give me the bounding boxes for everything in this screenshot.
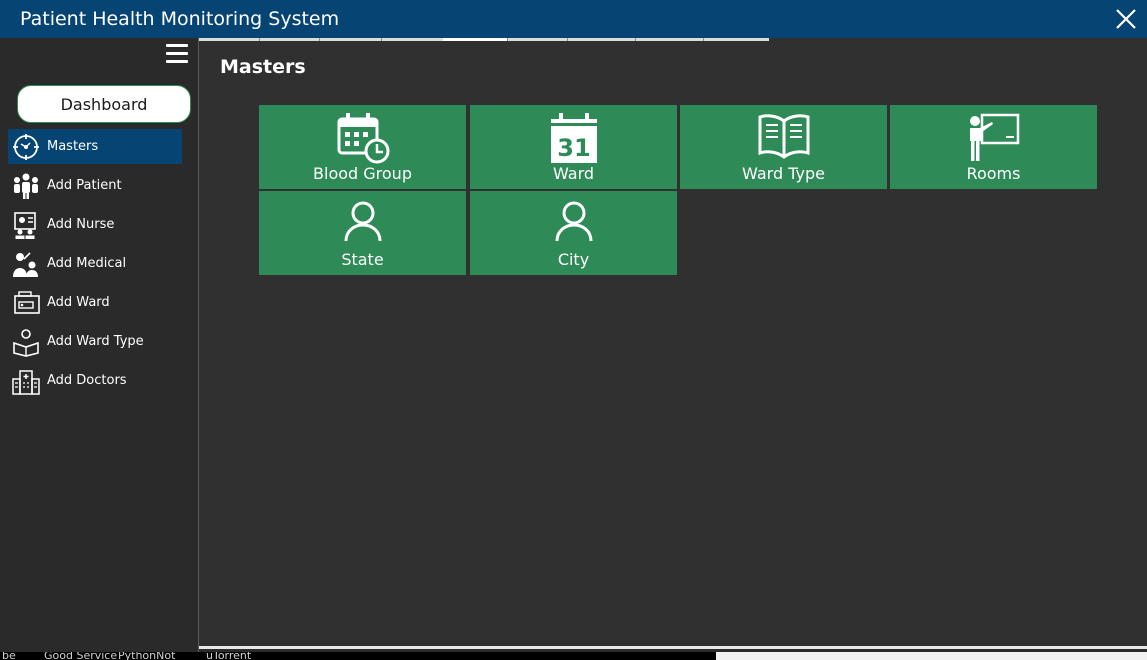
user-icon — [259, 197, 466, 251]
taskbar-background — [716, 652, 1147, 660]
taskbar-item[interactable]: Good Service — [44, 652, 117, 660]
tile-label: Blood Group — [313, 164, 412, 183]
sidebar-item-label: Add Medical — [47, 256, 127, 271]
tile-rooms[interactable]: Rooms — [890, 105, 1097, 189]
tile-blood-group[interactable]: Blood Group — [259, 105, 466, 189]
tab-selected-indicator — [443, 38, 507, 41]
sidebar-item-add-medical[interactable]: Add Medical — [8, 246, 182, 281]
hospital-icon — [10, 365, 42, 397]
close-icon — [1116, 9, 1136, 29]
hamburger-icon — [166, 44, 188, 63]
nurse-icon — [10, 209, 42, 241]
medical-icon — [10, 248, 42, 280]
sidebar-item-add-doctors[interactable]: Add Doctors — [8, 363, 182, 398]
sidebar: Dashboard Masters Add Patient Add Nurse … — [0, 38, 199, 660]
taskbar: be Good Service PythonNot uTorrent — [0, 652, 716, 660]
user-icon — [470, 197, 677, 251]
tab-strip — [199, 38, 769, 41]
tile-label: City — [557, 250, 590, 269]
page-title: Masters — [220, 56, 306, 78]
masters-icon — [10, 131, 42, 163]
taskbar-item[interactable]: be — [2, 652, 16, 660]
teacher-board-icon — [890, 111, 1097, 165]
sidebar-item-add-ward-type[interactable]: Add Ward Type — [8, 324, 182, 359]
tile-label: Ward — [552, 164, 595, 183]
tile-city[interactable]: City — [470, 191, 677, 275]
sidebar-item-label: Add Doctors — [47, 373, 127, 388]
sidebar-item-add-nurse[interactable]: Add Nurse — [8, 207, 182, 242]
tile-label: State — [341, 250, 384, 269]
ward-type-icon — [10, 326, 42, 358]
ward-icon — [10, 287, 42, 319]
calendar-31-icon: 31 — [470, 111, 677, 165]
taskbar-item[interactable]: uTorrent — [206, 652, 251, 660]
sidebar-item-label: Add Nurse — [47, 217, 115, 232]
sidebar-item-label: Add Ward Type — [47, 334, 144, 349]
sidebar-item-label: Add Ward — [47, 295, 110, 310]
window-title: Patient Health Monitoring System — [20, 8, 340, 30]
calendar-clock-icon — [259, 111, 466, 165]
sidebar-nav: Masters Add Patient Add Nurse Add Medica… — [8, 129, 182, 402]
sidebar-item-label: Add Patient — [47, 178, 122, 193]
tile-label: Ward Type — [742, 164, 825, 183]
tile-ward-type[interactable]: Ward Type — [680, 105, 887, 189]
sidebar-item-add-ward[interactable]: Add Ward — [8, 285, 182, 320]
sidebar-item-label: Masters — [47, 139, 99, 154]
dashboard-button[interactable]: Dashboard — [17, 85, 191, 123]
tile-label: Rooms — [966, 164, 1021, 183]
close-button[interactable] — [1111, 4, 1141, 34]
tile-ward[interactable]: 31 Ward — [470, 105, 677, 189]
tile-state[interactable]: State — [259, 191, 466, 275]
sidebar-item-masters[interactable]: Masters — [8, 129, 182, 164]
main-panel: Masters Blood Group 31 Ward Ward Type Ro… — [199, 38, 1147, 646]
patients-icon — [10, 170, 42, 202]
title-bar: Patient Health Monitoring System — [0, 0, 1147, 38]
sidebar-item-add-patient[interactable]: Add Patient — [8, 168, 182, 203]
calendar-day-text: 31 — [557, 134, 590, 162]
menu-toggle-button[interactable] — [166, 44, 188, 64]
bottom-divider — [199, 646, 1147, 649]
book-icon — [680, 111, 887, 165]
taskbar-item[interactable]: PythonNot — [118, 652, 175, 660]
